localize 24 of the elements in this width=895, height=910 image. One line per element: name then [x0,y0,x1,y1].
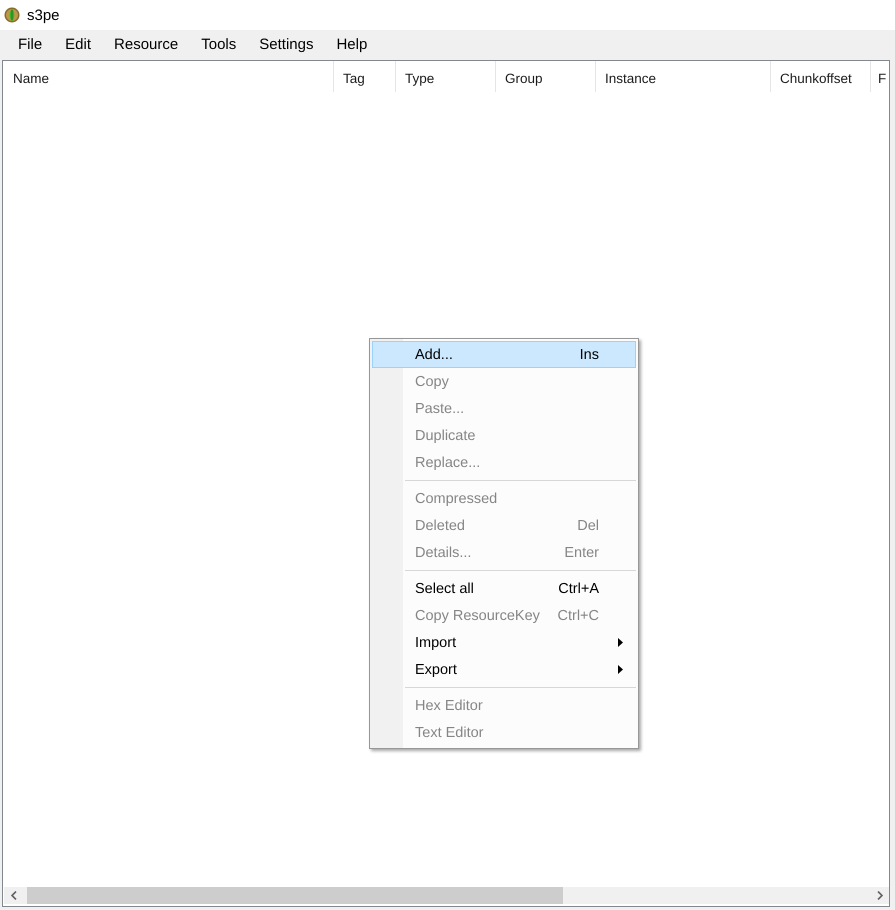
menu-item[interactable]: File [6,32,54,58]
context-menu-item[interactable]: Select all Ctrl+A [372,575,636,602]
column-header[interactable]: Instance [596,61,771,92]
column-header[interactable]: Chunkoffset [771,61,871,92]
menu-item[interactable]: Tools [189,32,248,58]
submenu-arrow-icon [618,665,623,674]
column-header[interactable]: Type [396,61,496,92]
window-title: s3pe [27,6,60,24]
column-header[interactable]: Name [4,61,334,92]
context-menu-item[interactable]: Export [372,656,636,683]
menu-item[interactable]: Help [324,32,378,58]
menu-item[interactable]: Resource [102,32,190,58]
scrollbar-thumb[interactable] [27,887,563,904]
context-menu-item[interactable]: Add... Ins [372,341,636,368]
menu-item[interactable]: Edit [53,32,102,58]
leaf-logo-icon [4,7,20,23]
column-header[interactable]: F [871,61,889,92]
column-header[interactable]: Group [496,61,596,92]
submenu-arrow-icon [618,638,623,647]
column-header[interactable]: Tag [334,61,396,92]
menu-item[interactable]: Settings [247,32,324,58]
chevron-right-icon [876,891,882,900]
chevron-left-icon [10,891,16,900]
context-menu-item[interactable]: Import [372,629,636,656]
